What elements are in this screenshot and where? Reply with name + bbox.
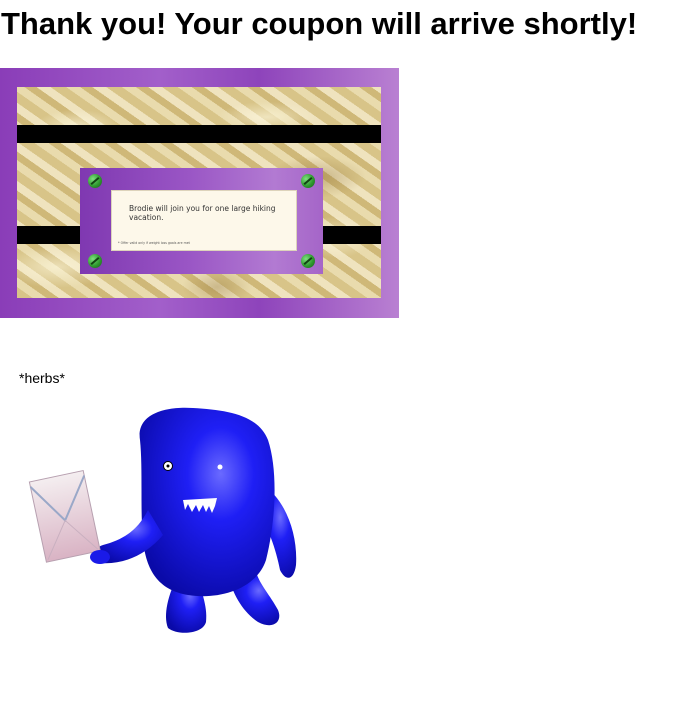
coupon-plaque: Brodie will join you for one large hikin… bbox=[80, 168, 323, 274]
coupon-fine-print: * Offer valid only if weight loss goals … bbox=[118, 241, 190, 245]
screw-icon bbox=[88, 254, 102, 268]
screw-icon bbox=[301, 174, 315, 188]
coupon-stripe-top bbox=[17, 125, 381, 143]
blue-monster-illustration bbox=[28, 407, 297, 633]
herbs-caption: *herbs* bbox=[19, 370, 65, 386]
screw-icon bbox=[88, 174, 102, 188]
coupon-card: Brodie will join you for one large hikin… bbox=[111, 190, 297, 251]
coupon-message: Brodie will join you for one large hikin… bbox=[129, 204, 276, 222]
page-title: Thank you! Your coupon will arrive short… bbox=[1, 6, 638, 41]
screw-icon bbox=[301, 254, 315, 268]
coupon-image: Brodie will join you for one large hikin… bbox=[0, 68, 399, 318]
